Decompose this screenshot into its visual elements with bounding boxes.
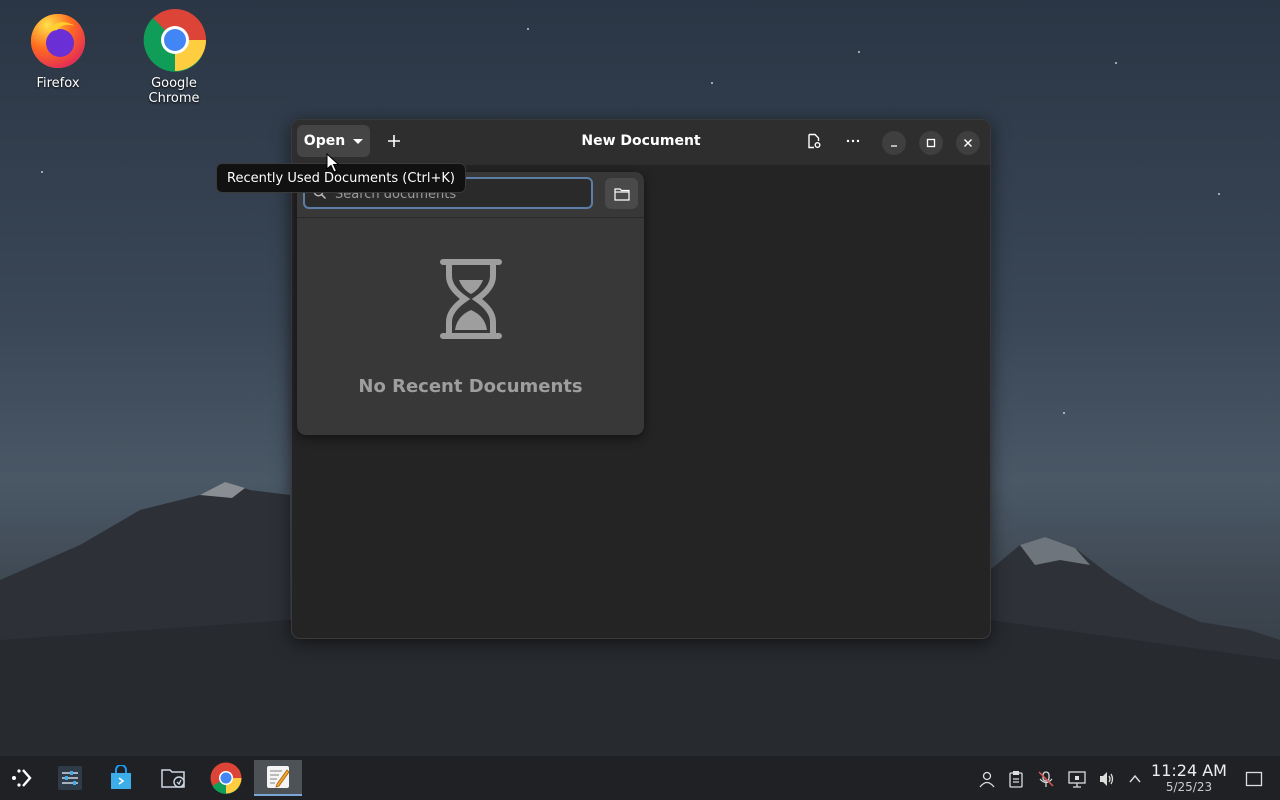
folder-icon <box>613 187 630 201</box>
text-editor-icon <box>267 766 290 788</box>
application-launcher-button[interactable] <box>0 760 44 796</box>
document-settings-icon <box>808 133 821 149</box>
tray-clipboard[interactable] <box>1006 769 1026 789</box>
more-icon <box>846 139 860 143</box>
recent-documents-popover: No Recent Documents <box>297 172 644 435</box>
tray-network[interactable] <box>1067 769 1087 789</box>
tray-microphone[interactable] <box>1036 769 1056 789</box>
clock-time: 11:24 AM <box>1151 761 1227 780</box>
clipboard-icon <box>1009 771 1023 788</box>
show-desktop-icon <box>1245 771 1263 787</box>
minimize-button[interactable] <box>882 131 906 155</box>
empty-state-title: No Recent Documents <box>358 376 583 397</box>
tooltip: Recently Used Documents (Ctrl+K) <box>216 163 466 193</box>
close-button[interactable] <box>956 131 980 155</box>
chrome-icon <box>210 762 242 794</box>
volume-icon <box>1100 772 1114 786</box>
system-settings-icon <box>58 766 82 790</box>
digital-clock[interactable]: 11:24 AM 5/25/23 <box>1148 761 1230 795</box>
chrome-icon <box>143 8 206 72</box>
desktop-icon-label: Google Chrome <box>148 76 200 106</box>
microphone-muted-icon <box>1038 771 1054 787</box>
taskbar-text-editor[interactable] <box>254 760 302 796</box>
user-icon <box>979 771 995 788</box>
document-properties-button[interactable] <box>800 127 828 155</box>
taskbar-settings[interactable] <box>48 760 92 796</box>
store-bag-icon <box>111 765 131 789</box>
maximize-icon <box>926 138 936 148</box>
chevron-up-icon <box>1129 774 1141 783</box>
separator <box>297 217 644 218</box>
desktop-icon-firefox[interactable]: Firefox <box>8 8 108 91</box>
taskbar-file-manager[interactable] <box>152 760 196 796</box>
folder-icon <box>161 769 185 788</box>
headerbar: Open New Document <box>292 120 990 165</box>
show-desktop-button[interactable] <box>1244 769 1264 789</box>
main-menu-button[interactable] <box>839 127 867 155</box>
minimize-icon <box>891 145 897 147</box>
hourglass-icon <box>440 259 502 339</box>
tray-expand[interactable] <box>1125 769 1145 789</box>
clock-date: 5/25/23 <box>1165 780 1213 794</box>
tray-volume[interactable] <box>1097 769 1117 789</box>
mouse-cursor-icon <box>326 153 340 173</box>
taskbar: 11:24 AM 5/25/23 <box>0 756 1280 800</box>
network-wired-icon <box>1068 771 1086 788</box>
launcher-icon <box>12 769 32 787</box>
taskbar-chrome[interactable] <box>204 760 248 796</box>
desktop-icon-chrome[interactable]: Google Chrome <box>124 8 224 106</box>
desktop-icon-label: Firefox <box>36 76 80 91</box>
close-icon <box>964 139 972 147</box>
maximize-button[interactable] <box>919 131 943 155</box>
tray-user-switch[interactable] <box>977 769 997 789</box>
firefox-icon <box>27 8 89 70</box>
browse-files-button[interactable] <box>605 178 638 209</box>
taskbar-discover[interactable] <box>99 760 143 796</box>
